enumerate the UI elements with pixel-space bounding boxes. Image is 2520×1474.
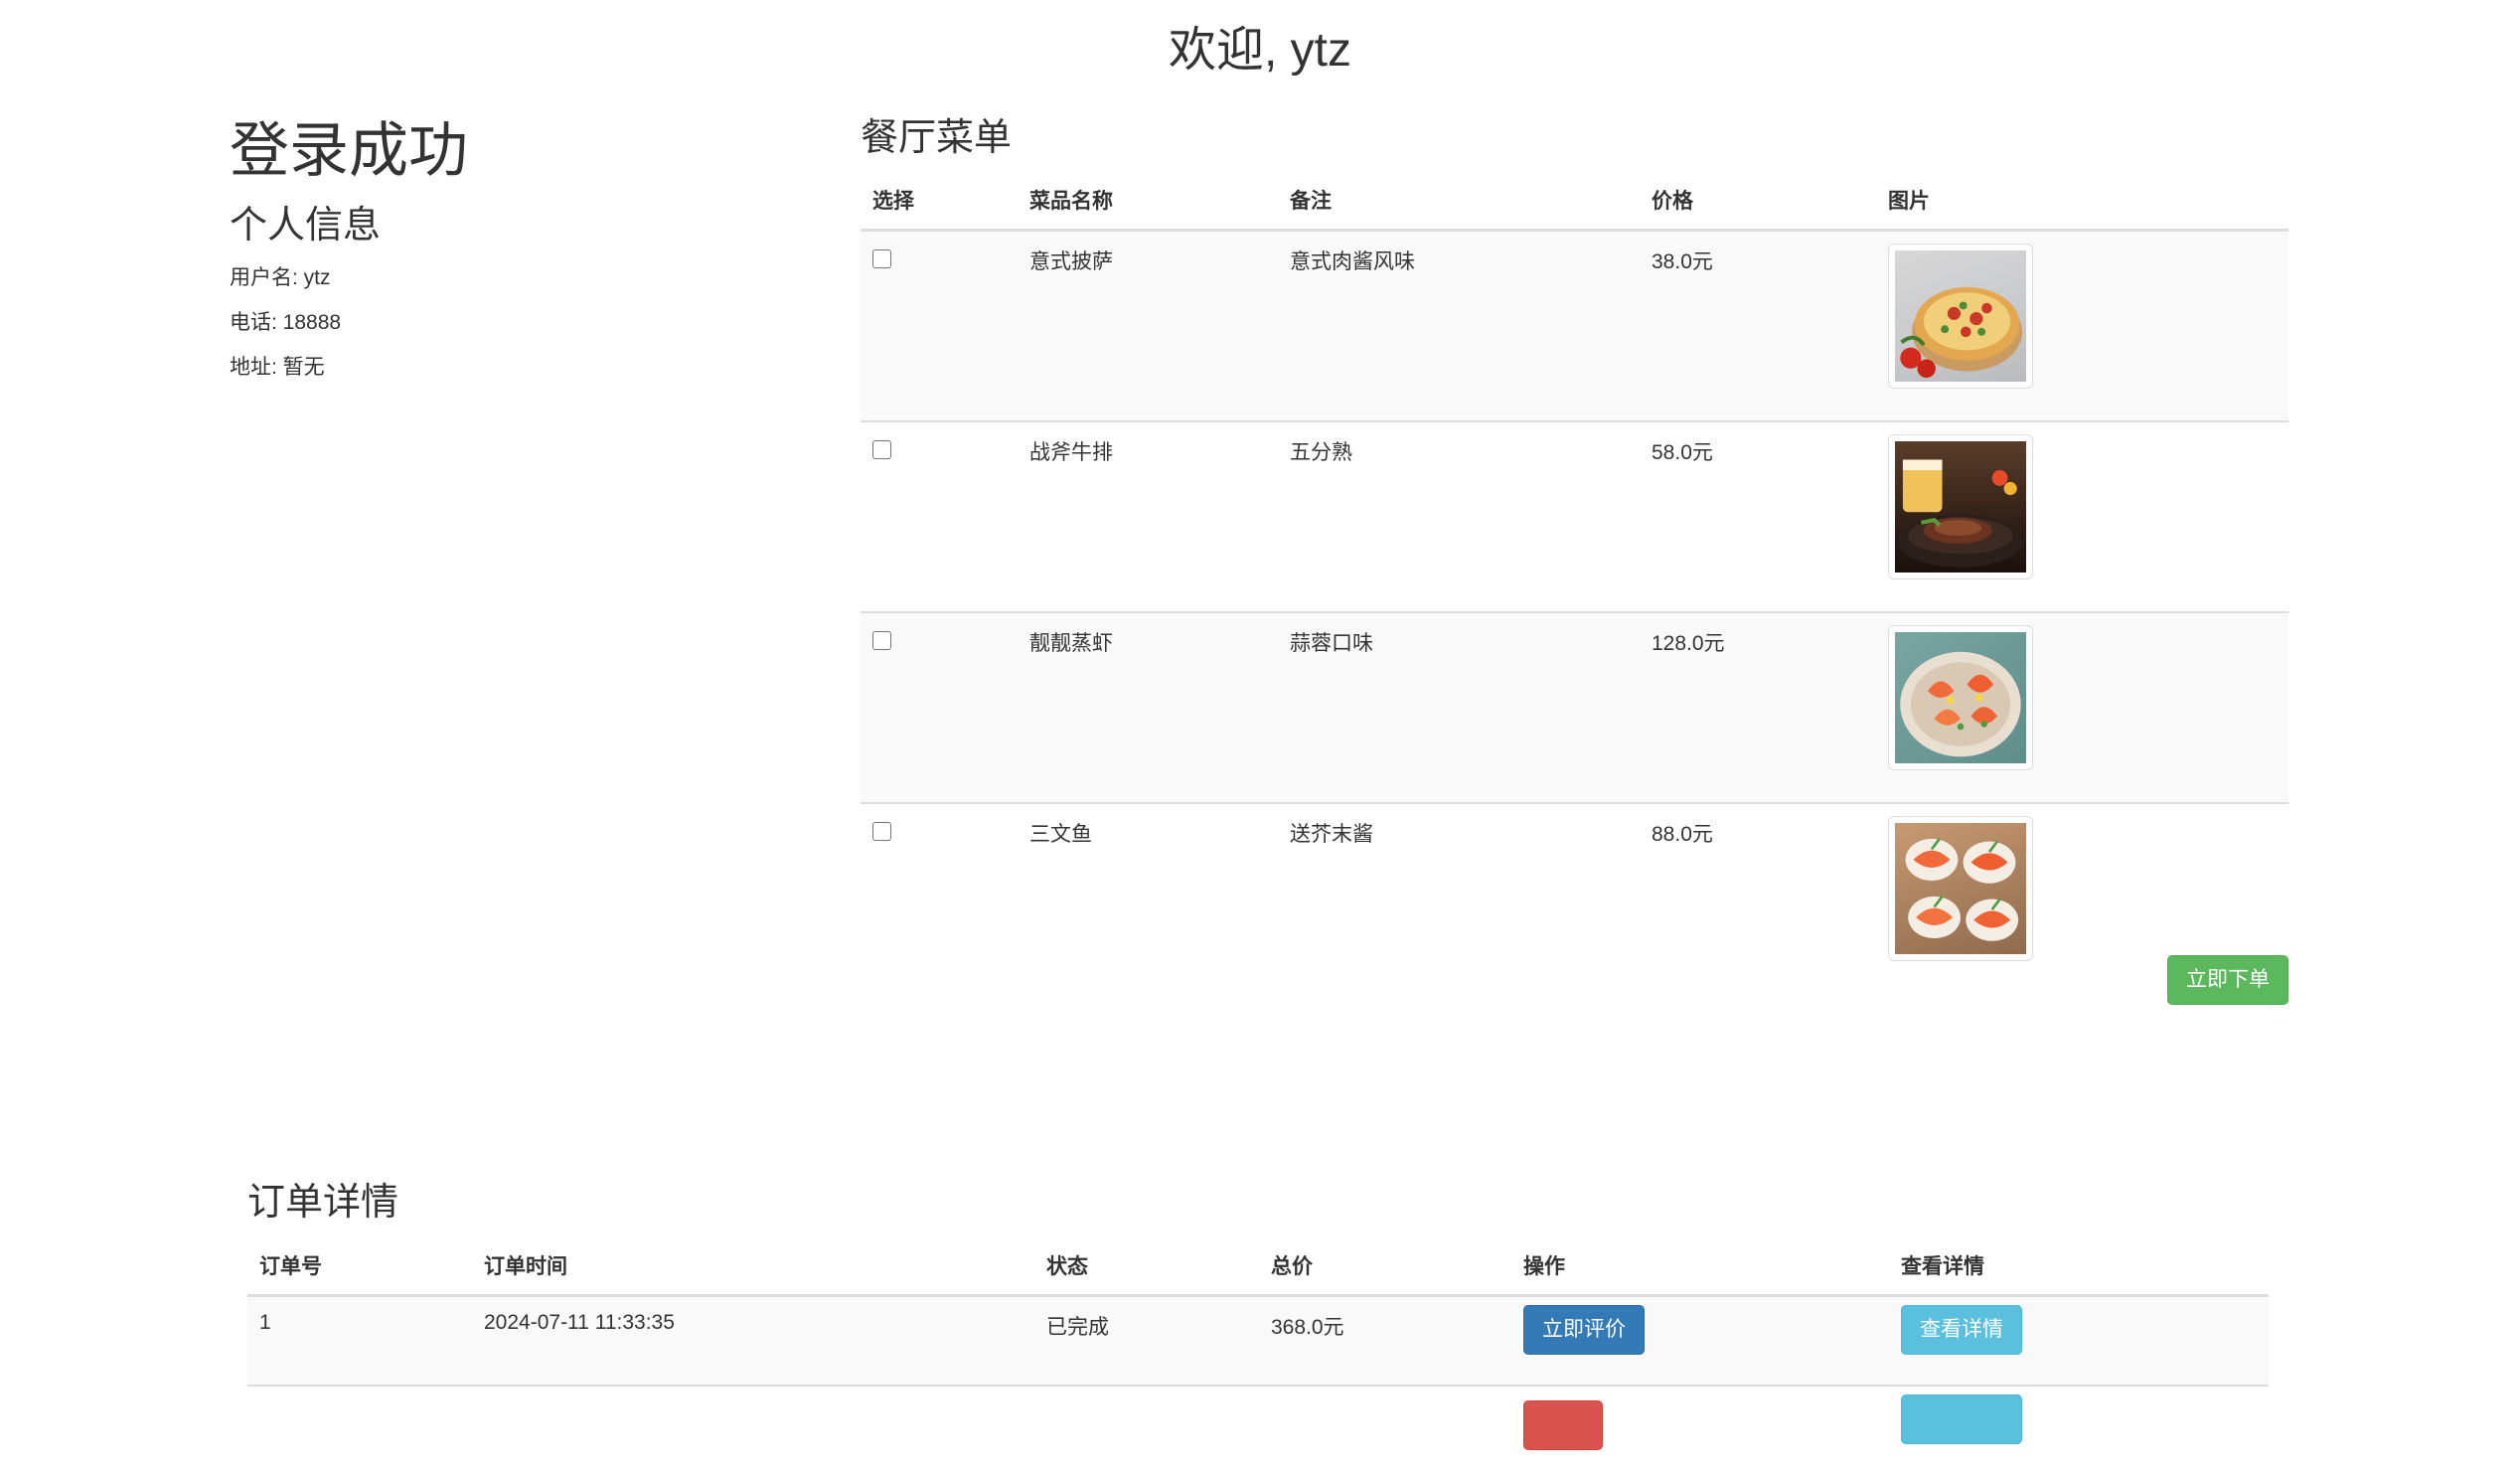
pizza-photo xyxy=(1888,244,2033,389)
menu-col-name: 菜品名称 xyxy=(1018,171,1278,232)
menu-table: 选择 菜品名称 备注 价格 图片 意式披萨 意式肉酱风味 38.0元 战斧牛排 … xyxy=(861,171,2288,993)
dish-note: 五分熟 xyxy=(1278,420,1640,612)
profile-address: 地址: 暂无 xyxy=(230,356,325,379)
orders-table: 订单号 订单时间 状态 总价 操作 查看详情 1 2024-07-11 11:3… xyxy=(247,1236,2269,1474)
menu-col-price: 价格 xyxy=(1640,171,1876,232)
menu-title: 餐厅菜单 xyxy=(861,117,1013,159)
orders-header-row: 订单号 订单时间 状态 总价 操作 查看详情 xyxy=(247,1236,2269,1297)
menu-row: 战斧牛排 五分熟 58.0元 xyxy=(861,420,2288,612)
dish-name: 意式披萨 xyxy=(1018,229,1278,421)
salmon-photo xyxy=(1888,816,2033,961)
orders-col-id: 订单号 xyxy=(247,1236,472,1297)
dish-price: 128.0元 xyxy=(1640,611,1876,803)
rate-order-button[interactable]: 立即评价 xyxy=(1523,1305,1645,1355)
profile-phone: 电话: 18888 xyxy=(230,311,342,334)
dish-price: 38.0元 xyxy=(1640,229,1876,421)
menu-header-row: 选择 菜品名称 备注 价格 图片 xyxy=(861,171,2288,232)
orders-col-action: 操作 xyxy=(1511,1236,1889,1297)
order-id: 1 xyxy=(247,1294,472,1386)
dish-note: 蒜蓉口味 xyxy=(1278,611,1640,803)
menu-col-note: 备注 xyxy=(1278,171,1640,232)
view-details-button[interactable]: 查看详情 xyxy=(1901,1305,2022,1355)
menu-col-select: 选择 xyxy=(861,171,1018,232)
dish-note: 送芥末酱 xyxy=(1278,802,1640,993)
profile-username: 用户名: ytz xyxy=(230,266,331,289)
menu-row: 意式披萨 意式肉酱风味 38.0元 xyxy=(861,229,2288,421)
order-total: 368.0元 xyxy=(1259,1294,1511,1386)
orders-title: 订单详情 xyxy=(247,1182,399,1224)
dish-name: 靓靓蒸虾 xyxy=(1018,611,1278,803)
shrimp-photo xyxy=(1888,625,2033,770)
order-time: 2024-07-11 11:33:35 xyxy=(472,1294,1034,1386)
orders-col-status: 状态 xyxy=(1034,1236,1259,1297)
order-action-button[interactable] xyxy=(1523,1400,1603,1450)
menu-item-checkbox[interactable] xyxy=(872,249,891,268)
place-order-button[interactable]: 立即下单 xyxy=(2167,955,2288,1005)
view-details-button[interactable] xyxy=(1901,1394,2022,1444)
orders-col-detail: 查看详情 xyxy=(1889,1236,2269,1297)
dish-note: 意式肉酱风味 xyxy=(1278,229,1640,421)
order-row xyxy=(247,1385,2269,1474)
dish-name: 三文鱼 xyxy=(1018,802,1278,993)
steak-photo xyxy=(1888,434,2033,579)
menu-item-checkbox[interactable] xyxy=(872,822,891,841)
menu-item-checkbox[interactable] xyxy=(872,631,891,650)
welcome-heading: 欢迎, ytz xyxy=(1168,24,1351,77)
dish-price: 88.0元 xyxy=(1640,802,1876,993)
menu-row: 靓靓蒸虾 蒜蓉口味 128.0元 xyxy=(861,611,2288,803)
menu-col-image: 图片 xyxy=(1876,171,2288,232)
orders-col-total: 总价 xyxy=(1259,1236,1511,1297)
dish-price: 58.0元 xyxy=(1640,420,1876,612)
profile-section-title: 个人信息 xyxy=(230,205,382,246)
order-status: 已完成 xyxy=(1034,1294,1259,1386)
menu-item-checkbox[interactable] xyxy=(872,440,891,459)
order-row: 1 2024-07-11 11:33:35 已完成 368.0元 立即评价 查看… xyxy=(247,1294,2269,1386)
dish-name: 战斧牛排 xyxy=(1018,420,1278,612)
orders-col-time: 订单时间 xyxy=(472,1236,1034,1297)
login-success-heading: 登录成功 xyxy=(230,117,468,184)
menu-row: 三文鱼 送芥末酱 88.0元 xyxy=(861,802,2288,993)
